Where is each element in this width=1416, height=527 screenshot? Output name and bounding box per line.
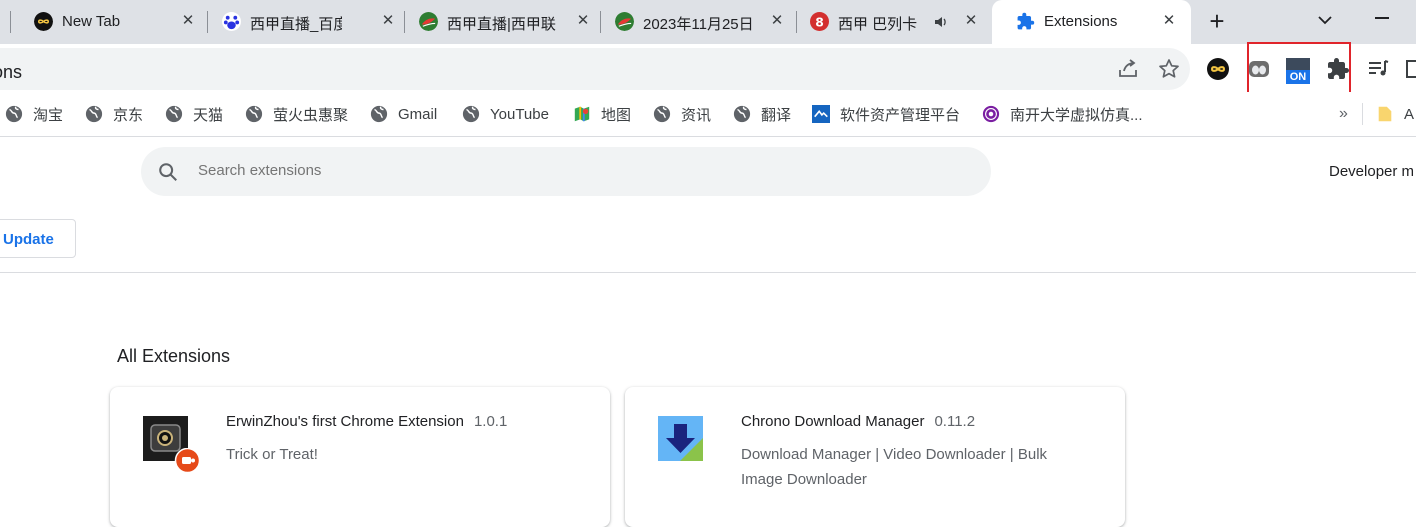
update-button-label: Update: [3, 231, 54, 248]
bookmark-item[interactable]: 资讯: [653, 92, 711, 136]
bookmark-label: 萤火虫惠聚: [273, 106, 349, 124]
bookmark-label: Gmail: [398, 105, 438, 123]
bookmarks-bar: 淘宝 京东 天猫 萤火虫惠聚 Gmail YouTube 地图 资讯 翻译 软件…: [0, 92, 1416, 137]
media-queue-icon[interactable]: [1366, 57, 1390, 81]
tab-title: 西甲 巴列卡: [838, 16, 918, 33]
close-icon[interactable]: ✕: [573, 11, 593, 31]
extension-card: Chrono Download Manager 0.11.2 Download M…: [625, 387, 1125, 527]
tab-baidu-search[interactable]: 西甲直播_百度搜 ✕: [198, 0, 394, 44]
close-icon[interactable]: ✕: [767, 11, 787, 31]
globe-icon: [653, 105, 671, 123]
tab-strip: New Tab ✕ 西甲直播_百度搜 ✕ 西甲直播|西甲联 ✕ 2023年11月…: [0, 0, 1416, 44]
bookmark-item[interactable]: Gmail: [370, 92, 437, 136]
bookmarks-overflow-button[interactable]: »: [1339, 92, 1348, 136]
minimize-button[interactable]: [1375, 17, 1389, 19]
close-icon[interactable]: ✕: [1159, 11, 1179, 31]
search-icon: [159, 163, 177, 181]
bookmark-item[interactable]: 淘宝: [5, 92, 63, 136]
bookmark-label: A: [1404, 105, 1415, 123]
chevron-down-icon[interactable]: [1313, 8, 1337, 32]
extension-name-text: Chrono Download Manager: [741, 413, 925, 430]
globe-icon: [462, 105, 480, 123]
extension-name-text: ErwinZhou's first Chrome Extension: [226, 413, 464, 430]
globe-icon: [370, 105, 388, 123]
infinity-extension-icon[interactable]: [1206, 57, 1230, 81]
bookmarks-separator: [1362, 103, 1363, 125]
unpacked-badge-icon: [174, 448, 201, 473]
globe-icon: [245, 105, 263, 123]
bookmark-item[interactable]: 京东: [85, 92, 143, 136]
bookmark-label: YouTube: [490, 105, 549, 123]
address-bar[interactable]: sions: [0, 48, 1190, 90]
globe-icon: [5, 105, 23, 123]
speaker-icon[interactable]: [934, 15, 948, 29]
side-panel-icon[interactable]: [1404, 57, 1416, 81]
tab-new-tab[interactable]: New Tab ✕: [10, 0, 206, 44]
tab-extensions[interactable]: Extensions ✕: [992, 0, 1191, 44]
bookmark-item[interactable]: 萤火虫惠聚: [245, 92, 348, 136]
tab-title: 2023年11月25日: [643, 16, 754, 33]
toolbar-divider: [0, 272, 1416, 273]
bookmark-label: 翻译: [761, 106, 792, 124]
bookmark-item[interactable]: 软件资产管理平台: [812, 92, 960, 136]
tab-laliga-match[interactable]: 8 西甲 巴列卡 ✕: [786, 0, 990, 44]
baidu-icon: [222, 12, 241, 31]
extension-icon: [143, 416, 201, 473]
extension-name: ErwinZhou's first Chrome Extension 1.0.1: [226, 413, 507, 430]
extension-version: 1.0.1: [473, 413, 508, 430]
toolbar: sions ON: [0, 44, 1416, 92]
close-icon[interactable]: ✕: [178, 11, 198, 31]
share-icon[interactable]: [1116, 57, 1140, 81]
svg-text:8: 8: [815, 15, 824, 29]
star-icon[interactable]: [1157, 57, 1181, 81]
tab-title: 西甲直播_百度搜: [250, 16, 342, 33]
download-arrow-icon: [658, 416, 703, 461]
tab-title: 西甲直播|西甲联: [447, 16, 556, 33]
bookmark-label: 软件资产管理平台: [840, 106, 961, 124]
extension-version: 0.11.2: [934, 413, 976, 430]
bookmark-label: 南开大学虚拟仿真...: [1010, 106, 1143, 124]
tab-title: Extensions: [1044, 13, 1118, 30]
search-extensions-box[interactable]: [141, 147, 991, 196]
puzzle-icon: [1017, 12, 1035, 30]
bookmark-label: 京东: [113, 106, 144, 124]
asset-platform-icon: [812, 105, 830, 123]
leaf-icon: [419, 12, 438, 31]
folder-icon: [1378, 106, 1392, 122]
update-button[interactable]: Update: [0, 219, 76, 258]
bookmark-label: 资讯: [681, 106, 712, 124]
bookmark-item[interactable]: YouTube: [462, 92, 549, 136]
globe-icon: [165, 105, 183, 123]
tab-title: New Tab: [62, 13, 121, 30]
bookmark-label: 地图: [601, 106, 632, 124]
bookmark-item[interactable]: 翻译: [733, 92, 791, 136]
bookmark-item[interactable]: 南开大学虚拟仿真...: [982, 92, 1143, 136]
extension-name: Chrono Download Manager 0.11.2: [741, 413, 975, 430]
globe-icon: [733, 105, 751, 123]
close-icon[interactable]: ✕: [961, 11, 981, 31]
maps-icon: [574, 106, 590, 122]
extension-description: Download Manager | Video Downloader | Bu…: [741, 446, 1048, 488]
brand-red-icon: 8: [810, 12, 829, 31]
section-title: All Extensions: [117, 346, 231, 366]
extension-card: ErwinZhou's first Chrome Extension 1.0.1 …: [110, 387, 610, 527]
bookmark-item[interactable]: 地图: [573, 92, 631, 136]
extension-description: Trick or Treat!: [226, 446, 318, 463]
bookmark-item[interactable]: 天猫: [165, 92, 223, 136]
leaf-icon: [615, 12, 634, 31]
university-seal-icon: [982, 105, 1000, 123]
tab-laliga-live[interactable]: 西甲直播|西甲联 ✕: [395, 0, 591, 44]
bookmark-folder[interactable]: A: [1376, 92, 1414, 136]
tab-match-date[interactable]: 2023年11月25日 ✕: [591, 0, 787, 44]
globe-icon: [85, 105, 103, 123]
bookmark-label: 天猫: [193, 106, 224, 124]
infinity-icon: [34, 12, 53, 31]
developer-mode-label: Developer m: [1329, 163, 1415, 180]
new-tab-button[interactable]: +: [1203, 6, 1231, 36]
search-input[interactable]: [198, 162, 798, 179]
bookmark-label: 淘宝: [33, 106, 64, 124]
url-text: sions: [0, 62, 23, 82]
